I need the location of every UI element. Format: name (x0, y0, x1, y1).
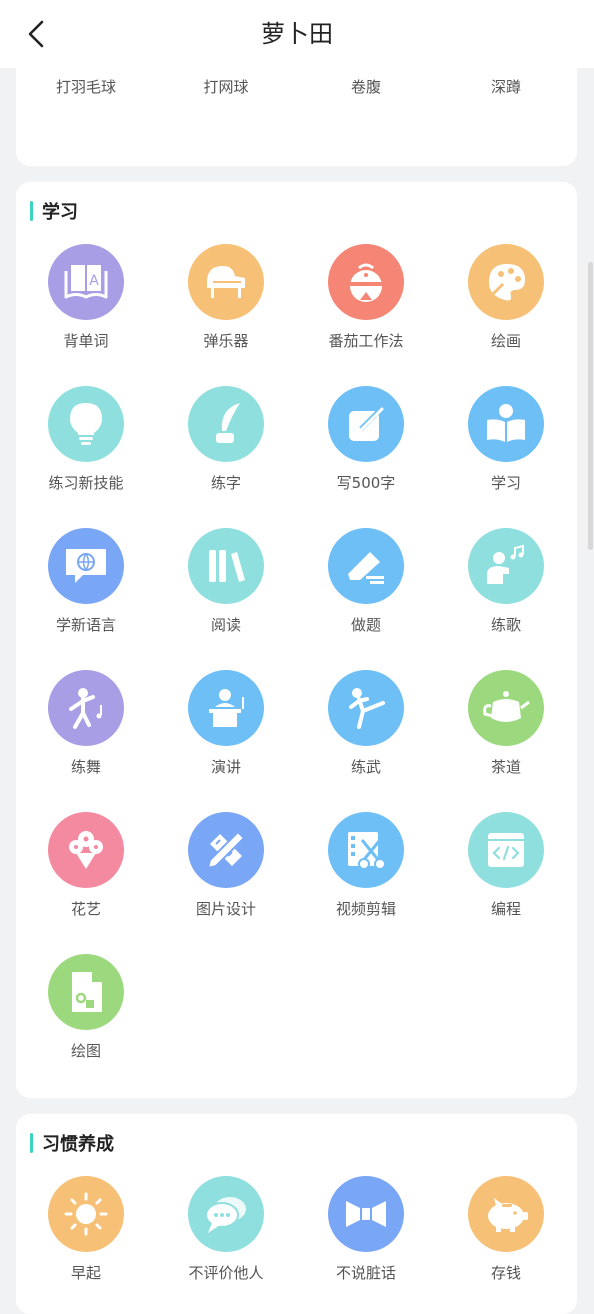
section-title-text: 学习 (42, 202, 78, 223)
habit-item-video-editing[interactable]: 视频剪辑 (296, 812, 436, 942)
bow-tie-icon (328, 1176, 404, 1252)
item-label: 深蹲 (490, 78, 521, 96)
reading-person-icon (468, 386, 544, 462)
habit-item-vocabulary[interactable]: A 背单词 (16, 244, 156, 374)
film-scissors-icon (328, 812, 404, 888)
item-label: 阅读 (210, 616, 241, 634)
back-arrow-icon (28, 20, 44, 48)
item-label: 练习新技能 (48, 474, 124, 492)
habit-item-early-rise[interactable]: 早起 (16, 1176, 156, 1306)
palette-icon (468, 244, 544, 320)
item-label: 写500字 (336, 474, 396, 492)
piano-icon (188, 244, 264, 320)
habit-item-write-500[interactable]: 写500字 (296, 386, 436, 516)
habit-item-dance[interactable]: 练舞 (16, 670, 156, 800)
item-label: 番茄工作法 (328, 332, 404, 350)
singer-icon (468, 528, 544, 604)
habit-item-no-swearing[interactable]: 不说脏话 (296, 1176, 436, 1306)
habit-item-martial-arts[interactable]: 练武 (296, 670, 436, 800)
item-label: 茶道 (490, 758, 521, 776)
books-icon (188, 528, 264, 604)
item-label: 视频剪辑 (335, 900, 396, 918)
globe-chat-icon (48, 528, 124, 604)
habit-item-singing[interactable]: 练歌 (436, 528, 576, 658)
habit-item-instrument[interactable]: 弹乐器 (156, 244, 296, 374)
podium-icon (188, 670, 264, 746)
sun-icon (48, 1176, 124, 1252)
item-label: 练歌 (490, 616, 521, 634)
item-label: 演讲 (210, 758, 241, 776)
item-label: 弹乐器 (203, 332, 249, 350)
section-accent-bar (30, 1133, 33, 1153)
item-label: 做题 (350, 616, 381, 634)
code-window-icon (468, 812, 544, 888)
section-accent-bar (30, 201, 33, 221)
page-title: 萝卜田 (261, 20, 333, 48)
section-title-text: 习惯养成 (42, 1134, 114, 1155)
item-label: 花艺 (70, 900, 101, 918)
teapot-icon (468, 670, 544, 746)
item-label: 卷腹 (350, 78, 381, 96)
edit-note-icon (328, 386, 404, 462)
habit-item-new-skill[interactable]: 练习新技能 (16, 386, 156, 516)
habit-item-study[interactable]: 学习 (436, 386, 576, 516)
drawing-file-icon (48, 954, 124, 1030)
habit-card: 习惯养成 早起 不评价他人 不说脏话 存钱 (16, 1114, 577, 1314)
item-label: 学新语言 (55, 616, 116, 634)
item-label: 练字 (210, 474, 241, 492)
section-title: 习惯养成 (30, 1132, 114, 1155)
chat-bubbles-icon (188, 1176, 264, 1252)
habit-item-no-judging[interactable]: 不评价他人 (156, 1176, 296, 1306)
habit-item-saving[interactable]: 存钱 (436, 1176, 576, 1306)
study-card: 学习 A 背单词 弹乐器 番茄工作法 绘画 练习新技能 练字 写500字 学习 … (16, 182, 577, 1098)
habit-item-exercises[interactable]: 做题 (296, 528, 436, 658)
lightbulb-icon (48, 386, 124, 462)
habit-item-painting[interactable]: 绘画 (436, 244, 576, 374)
habit-item-pomodoro[interactable]: 番茄工作法 (296, 244, 436, 374)
piggy-bank-icon (468, 1176, 544, 1252)
eraser-pencil-icon (328, 528, 404, 604)
habit-item-new-language[interactable]: 学新语言 (16, 528, 156, 658)
habit-item-tea[interactable]: 茶道 (436, 670, 576, 800)
item-label: 练舞 (70, 758, 101, 776)
vocabulary-book-icon: A (48, 244, 124, 320)
svg-text:A: A (89, 273, 99, 289)
item-label: 图片设计 (195, 900, 256, 918)
item-label: 绘图 (70, 1042, 101, 1060)
top-bar: 萝卜田 (0, 0, 594, 68)
item-label: 学习 (490, 474, 521, 492)
back-button[interactable] (18, 16, 54, 52)
habit-item-drawing[interactable]: 绘图 (16, 954, 156, 1084)
item-label: 绘画 (490, 332, 521, 350)
item-label: 打羽毛球 (55, 78, 116, 96)
item-label: 练武 (350, 758, 381, 776)
ruler-pencil-icon (188, 812, 264, 888)
habit-item-programming[interactable]: 编程 (436, 812, 576, 942)
dancer-icon (48, 670, 124, 746)
martial-arts-icon (328, 670, 404, 746)
item-label: 编程 (490, 900, 521, 918)
scrollbar[interactable] (588, 262, 593, 550)
flower-bouquet-icon (48, 812, 124, 888)
tomato-timer-icon (328, 244, 404, 320)
item-label: 打网球 (203, 78, 249, 96)
habit-item-speech[interactable]: 演讲 (156, 670, 296, 800)
habit-item-reading[interactable]: 阅读 (156, 528, 296, 658)
section-title: 学习 (30, 200, 78, 223)
habit-item-graphic-design[interactable]: 图片设计 (156, 812, 296, 942)
habit-item-calligraphy[interactable]: 练字 (156, 386, 296, 516)
habit-item-floral[interactable]: 花艺 (16, 812, 156, 942)
quill-pen-icon (188, 386, 264, 462)
item-label: 背单词 (63, 332, 109, 350)
